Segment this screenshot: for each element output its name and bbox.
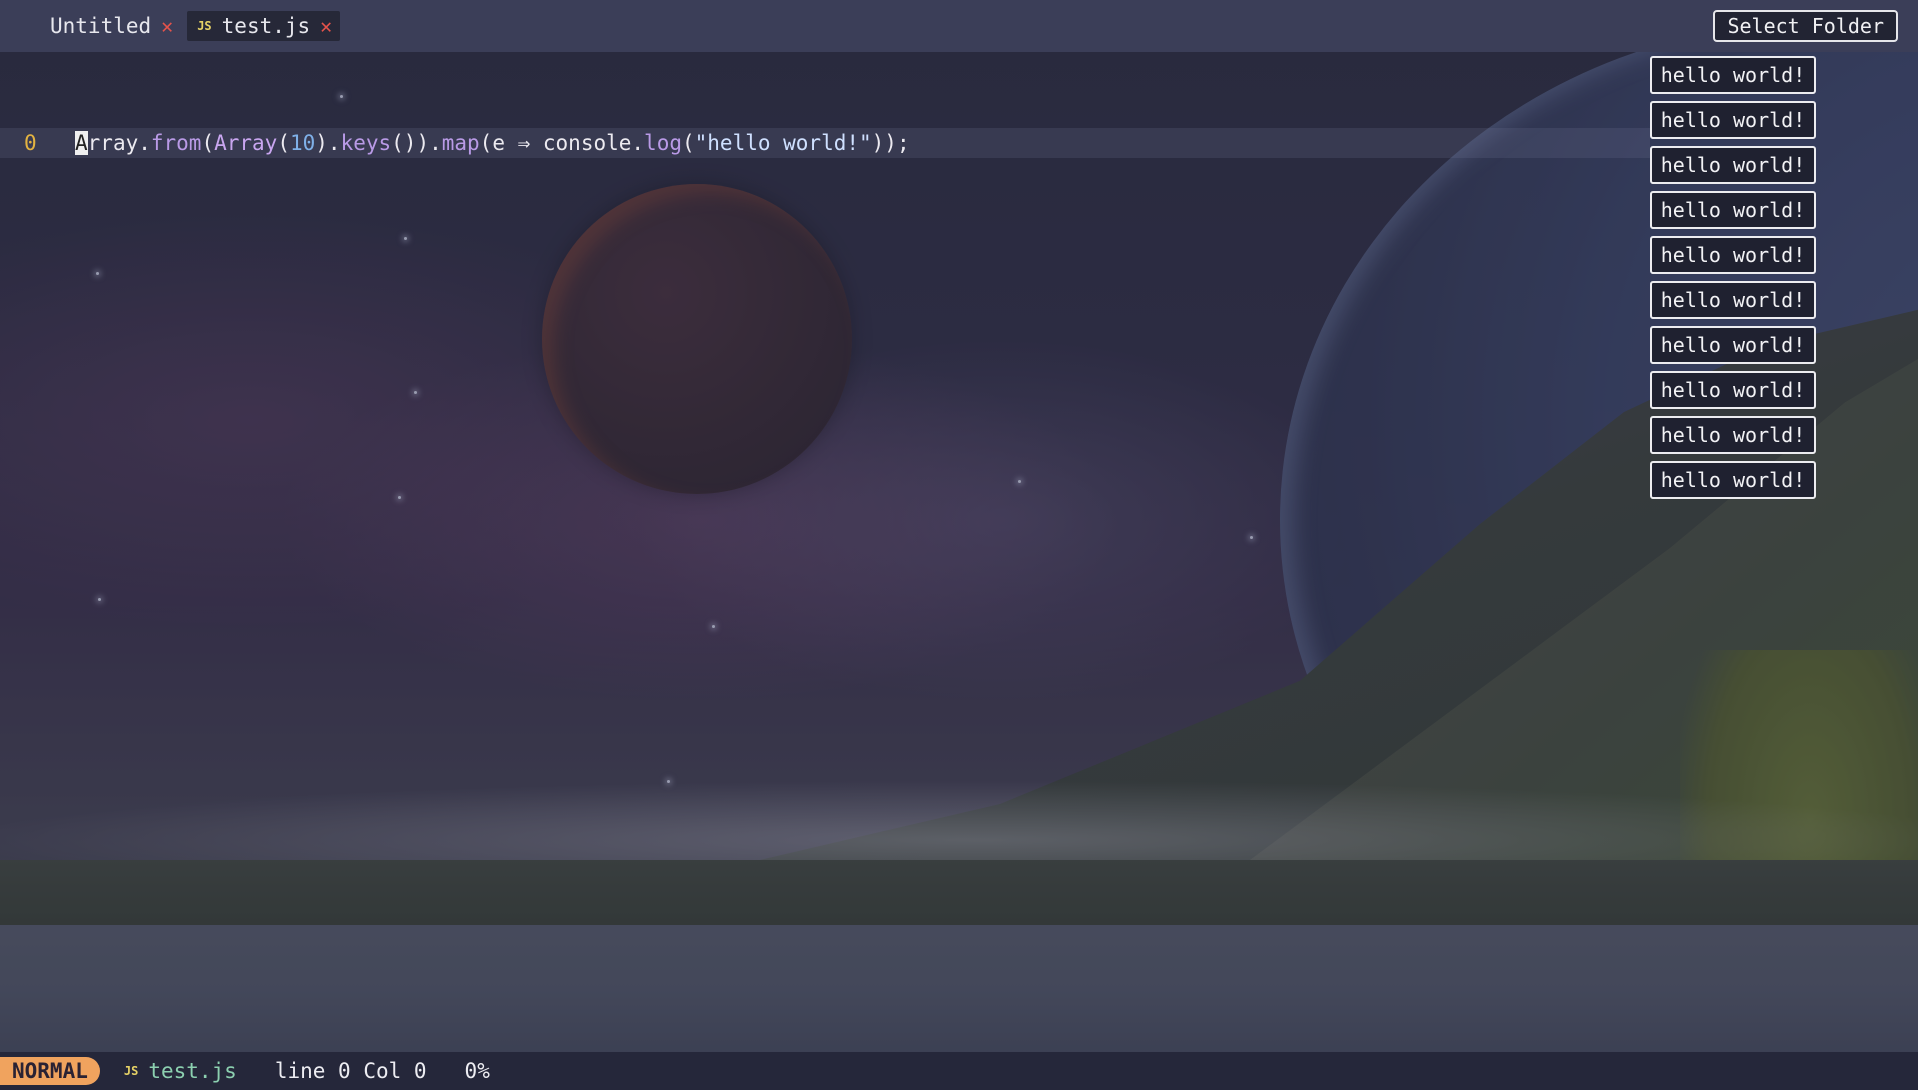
line-number: 0 [24,131,37,155]
code-token: 10 [289,131,316,155]
tab-label: test.js [221,14,311,38]
output-item: hello world! [1650,281,1816,319]
output-item: hello world! [1650,461,1816,499]
status-bar: NORMAL JS test.js line 0 Col 0 0% [0,1052,1918,1090]
output-panel: hello world! hello world! hello world! h… [1650,56,1816,499]
output-item: hello world! [1650,326,1816,364]
cursor-position: line 0 Col 0 [274,1059,427,1083]
status-file-name: test.js [148,1059,237,1083]
code-token: map [441,131,480,155]
output-item: hello world! [1650,56,1816,94]
output-item: hello world! [1650,191,1816,229]
text-cursor: A [75,131,88,155]
code-token: ( [277,131,290,155]
code-token: from [150,131,202,155]
code-token: keys [340,131,392,155]
tab-untitled[interactable]: Untitled ✕ [40,11,181,41]
select-folder-button[interactable]: Select Folder [1713,10,1898,42]
output-item: hello world! [1650,371,1816,409]
scroll-percent: 0% [464,1059,490,1083]
code-token: "hello world!" [694,131,872,155]
code-token: ()). [391,131,442,155]
tab-bar: Untitled ✕ JS test.js ✕ Select Folder [0,0,1918,52]
output-item: hello world! [1650,416,1816,454]
code-token: ( [681,131,695,155]
code-token: ( [201,131,215,155]
javascript-file-icon: JS [123,1064,139,1078]
code-token: (e ⇒ console. [479,131,645,155]
output-item: hello world! [1650,146,1816,184]
current-line[interactable]: 0 Array.from(Array(10).keys()).map(e ⇒ c… [0,128,1650,158]
code-token: ). [315,131,341,155]
tab-test-js[interactable]: JS test.js ✕ [187,11,341,41]
close-icon[interactable]: ✕ [161,14,173,38]
tab-label: Untitled [50,14,152,38]
javascript-file-icon: JS [197,19,212,33]
output-item: hello world! [1650,101,1816,139]
close-icon[interactable]: ✕ [320,14,332,38]
code-token: Array [214,131,278,155]
code-token: )); [871,131,910,155]
code-token: rray. [87,131,151,155]
mode-badge: NORMAL [0,1057,100,1085]
code-line[interactable]: Array.from(Array(10).keys()).map(e ⇒ con… [75,131,910,155]
code-editor[interactable]: 0 Array.from(Array(10).keys()).map(e ⇒ c… [0,52,1918,1052]
code-token: log [644,131,682,155]
output-item: hello world! [1650,236,1816,274]
